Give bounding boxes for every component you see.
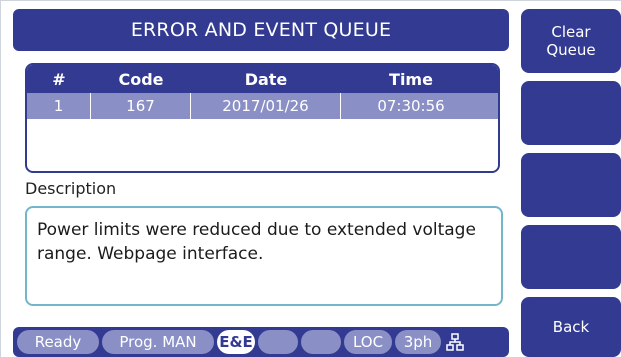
status-empty-1 (258, 330, 298, 354)
status-bar: Ready Prog. MAN E&E LOC 3ph (13, 327, 509, 357)
page-title-text: ERROR AND EVENT QUEUE (130, 19, 392, 41)
status-phase-label: 3ph (403, 333, 433, 351)
page-title: ERROR AND EVENT QUEUE (13, 9, 509, 51)
status-ee-label: E&E (219, 333, 253, 351)
column-header-number: # (52, 69, 66, 89)
cell-date: 2017/01/26 (191, 93, 341, 119)
status-empty-2 (301, 330, 341, 354)
column-header-time: Time (389, 69, 433, 89)
status-loc-label: LOC (352, 333, 384, 351)
network-icon (444, 331, 466, 353)
status-loc: LOC (344, 330, 392, 354)
side-button-3[interactable] (521, 153, 621, 217)
status-program-label: Prog. MAN (119, 333, 197, 351)
event-queue-table: # Code Date Time 1 167 2017/01/26 07:30:… (25, 63, 500, 173)
clear-queue-label: Clear Queue (546, 23, 596, 59)
table-row[interactable]: 1 167 2017/01/26 07:30:56 (27, 93, 498, 119)
side-button-4[interactable] (521, 225, 621, 289)
description-label: Description (25, 179, 117, 198)
status-ready-label: Ready (34, 333, 82, 351)
status-phase: 3ph (395, 330, 441, 354)
back-button[interactable]: Back (521, 297, 621, 357)
cell-number: 1 (27, 93, 91, 119)
side-button-2[interactable] (521, 81, 621, 145)
app-frame: ERROR AND EVENT QUEUE # Code Date Time 1… (0, 0, 622, 358)
column-header-date: Date (244, 69, 288, 89)
column-header-code: Code (118, 69, 164, 89)
clear-queue-button[interactable]: Clear Queue (521, 9, 621, 73)
description-text: Power limits were reduced due to extende… (37, 220, 476, 264)
description-box: Power limits were reduced due to extende… (25, 206, 503, 306)
table-header: # Code Date Time (27, 65, 498, 93)
cell-time: 07:30:56 (377, 97, 445, 115)
status-error-event: E&E (217, 330, 255, 354)
status-ready: Ready (17, 330, 99, 354)
back-label: Back (552, 318, 590, 336)
cell-code: 167 (91, 93, 191, 119)
status-program: Prog. MAN (102, 330, 214, 354)
